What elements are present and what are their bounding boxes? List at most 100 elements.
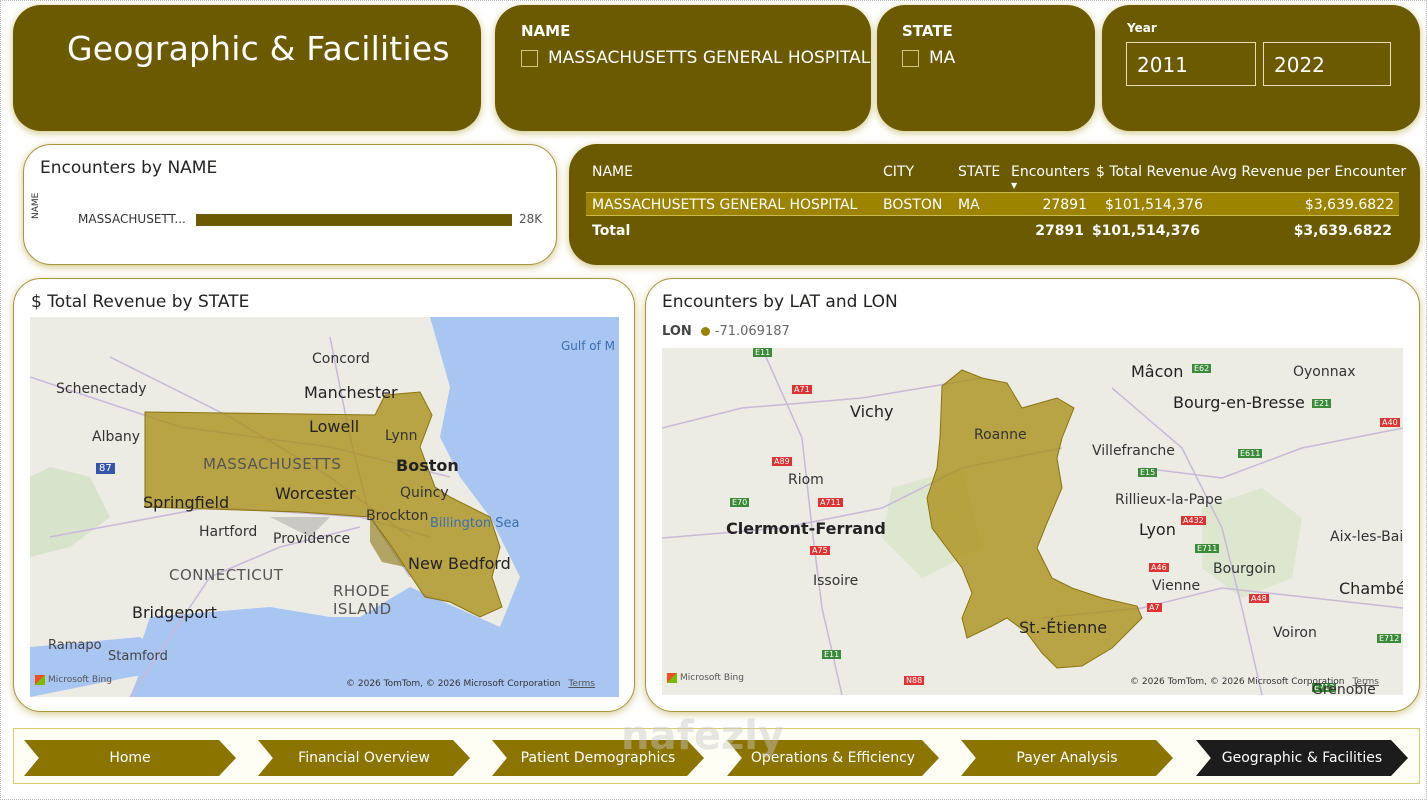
road-shield: A7 (1147, 603, 1162, 612)
nav-operations-efficiency-button[interactable]: Operations & Efficiency (727, 740, 939, 776)
map-label: Riom (788, 472, 824, 488)
map-label: Clermont-Ferrand (726, 519, 886, 538)
map-label: New Bedford (408, 554, 511, 573)
year-slicer-label: Year (1127, 21, 1157, 35)
road-shield: E712 (1377, 634, 1402, 643)
lat-lon-map[interactable]: Mâcon Oyonnax Vichy Bourg-en-Bresse Roan… (662, 348, 1403, 695)
legend-label: LON (662, 324, 692, 339)
chart-title: $ Total Revenue by STATE (31, 292, 250, 312)
map-label: Voiron (1273, 625, 1317, 641)
state-slicer: STATE MA (877, 5, 1095, 131)
revenue-by-state-map-card: $ Total Revenue by STATE Concord Schenec… (13, 278, 635, 712)
map-label: Chambér (1339, 579, 1403, 598)
cell-avg-revenue: $3,639.6822 (1304, 197, 1394, 213)
col-header-revenue[interactable]: $ Total Revenue (1096, 164, 1207, 180)
cell-encounters: 27891 (1042, 197, 1087, 213)
checkbox-icon[interactable] (902, 49, 919, 67)
year-start-input[interactable]: 2011 (1126, 42, 1256, 86)
nav-patient-demographics-button[interactable]: Patient Demographics (492, 740, 704, 776)
map-label: Villefranche (1092, 443, 1175, 459)
map-label: Bourgoin (1213, 561, 1276, 577)
map-label: Albany (92, 429, 141, 445)
map-label: Schenectady (56, 381, 147, 397)
title-card: Geographic & Facilities (13, 5, 481, 131)
sort-desc-icon: ▼ (1011, 181, 1018, 190)
map-label: ISLAND (333, 600, 392, 618)
encounters-lat-lon-map-card: Encounters by LAT and LON LON -71.069187… (645, 278, 1420, 712)
col-header-encounters[interactable]: Encounters (1011, 164, 1090, 180)
total-encounters: 27891 (1035, 223, 1084, 239)
page-navigation: Home Financial Overview Patient Demograp… (13, 728, 1420, 784)
map-label: Providence (273, 531, 351, 547)
bing-logo: Microsoft Bing (667, 673, 744, 683)
map-label: Quincy (400, 485, 449, 501)
col-header-state[interactable]: STATE (958, 164, 1000, 180)
map-label: Issoire (813, 573, 859, 589)
map-label: RHODE (333, 582, 391, 600)
terms-link[interactable]: Terms (568, 679, 595, 689)
map-label: Springfield (143, 493, 230, 512)
cell-name: MASSACHUSETTS GENERAL HOSPITAL (592, 197, 858, 213)
col-header-avg-revenue[interactable]: Avg Revenue per Encounter (1211, 164, 1406, 180)
road-shield: E611 (1238, 449, 1263, 458)
terms-link[interactable]: Terms (1352, 677, 1379, 687)
road-shield: A46 (1149, 563, 1169, 572)
data-label: 28K (519, 212, 543, 226)
map-label: Bourg-en-Bresse (1173, 393, 1305, 412)
map-label: Billington Sea (430, 516, 520, 531)
name-slicer: NAME MASSACHUSETTS GENERAL HOSPITAL (495, 5, 871, 131)
map-copyright: © 2026 TomTom, © 2026 Microsoft Corporat… (1130, 677, 1379, 687)
nav-geographic-facilities-button[interactable]: Geographic & Facilities (1196, 740, 1408, 776)
map-label: Lynn (385, 428, 418, 444)
bing-logo: Microsoft Bing (35, 675, 112, 685)
road-shield: A711 (818, 498, 843, 507)
revenue-map[interactable]: Concord Schenectady Manchester Albany Lo… (30, 317, 619, 697)
year-end-input[interactable]: 2022 (1263, 42, 1391, 86)
name-slicer-option[interactable]: MASSACHUSETTS GENERAL HOSPITAL (521, 48, 870, 68)
map-label: Oyonnax (1293, 364, 1356, 380)
state-slicer-option[interactable]: MA (902, 48, 955, 68)
total-label: Total (592, 223, 631, 239)
bar[interactable] (196, 214, 512, 226)
name-slicer-option-label: MASSACHUSETTS GENERAL HOSPITAL (548, 48, 871, 68)
map-label: Rillieux-la-Pape (1115, 492, 1223, 508)
map-label: Lyon (1139, 520, 1176, 539)
nav-financial-overview-button[interactable]: Financial Overview (258, 740, 470, 776)
map-label: Mâcon (1131, 362, 1184, 381)
encounters-by-name-chart: Encounters by NAME NAME MASSACHUSETT... … (23, 144, 557, 265)
road-shield: E15 (1138, 468, 1158, 477)
road-shield: A71 (792, 385, 812, 394)
map-label: Lowell (309, 417, 360, 436)
road-shield: E711 (1195, 544, 1220, 553)
road-shield: A75 (810, 546, 830, 555)
name-slicer-label: NAME (521, 22, 571, 40)
state-slicer-label: STATE (902, 22, 953, 40)
map-label: Boston (396, 456, 459, 475)
map-label: Aix-les-Bai (1330, 529, 1403, 545)
state-slicer-option-label: MA (929, 48, 956, 68)
map-label: Stamford (108, 649, 168, 664)
nav-payer-analysis-button[interactable]: Payer Analysis (961, 740, 1173, 776)
map-label: Vichy (850, 402, 894, 421)
checkbox-icon[interactable] (521, 49, 538, 67)
category-tick-label: MASSACHUSETT... (78, 212, 186, 226)
legend: LON -71.069187 (662, 324, 790, 339)
col-header-city[interactable]: CITY (883, 164, 914, 180)
map-shapes (30, 317, 619, 697)
table-row[interactable]: MASSACHUSETTS GENERAL HOSPITAL BOSTON MA… (586, 192, 1399, 216)
map-label: Bridgeport (132, 603, 217, 622)
map-label: Hartford (199, 524, 258, 540)
map-label: Gulf of M (561, 339, 616, 353)
nav-home-button[interactable]: Home (24, 740, 236, 776)
facility-table: NAME CITY STATE Encounters ▼ $ Total Rev… (569, 144, 1420, 265)
map-label: CONNECTICUT (169, 566, 284, 584)
map-label: Brockton (366, 508, 429, 524)
total-avg-revenue: $3,639.6822 (1293, 223, 1392, 239)
map-label: Ramapo (48, 638, 102, 653)
chart-title: Encounters by NAME (40, 158, 218, 178)
col-header-name[interactable]: NAME (592, 164, 633, 180)
cell-city: BOSTON (883, 197, 943, 213)
total-revenue: $101,514,376 (1091, 223, 1200, 239)
road-shield: E70 (730, 498, 750, 507)
legend-value: -71.069187 (714, 324, 790, 339)
